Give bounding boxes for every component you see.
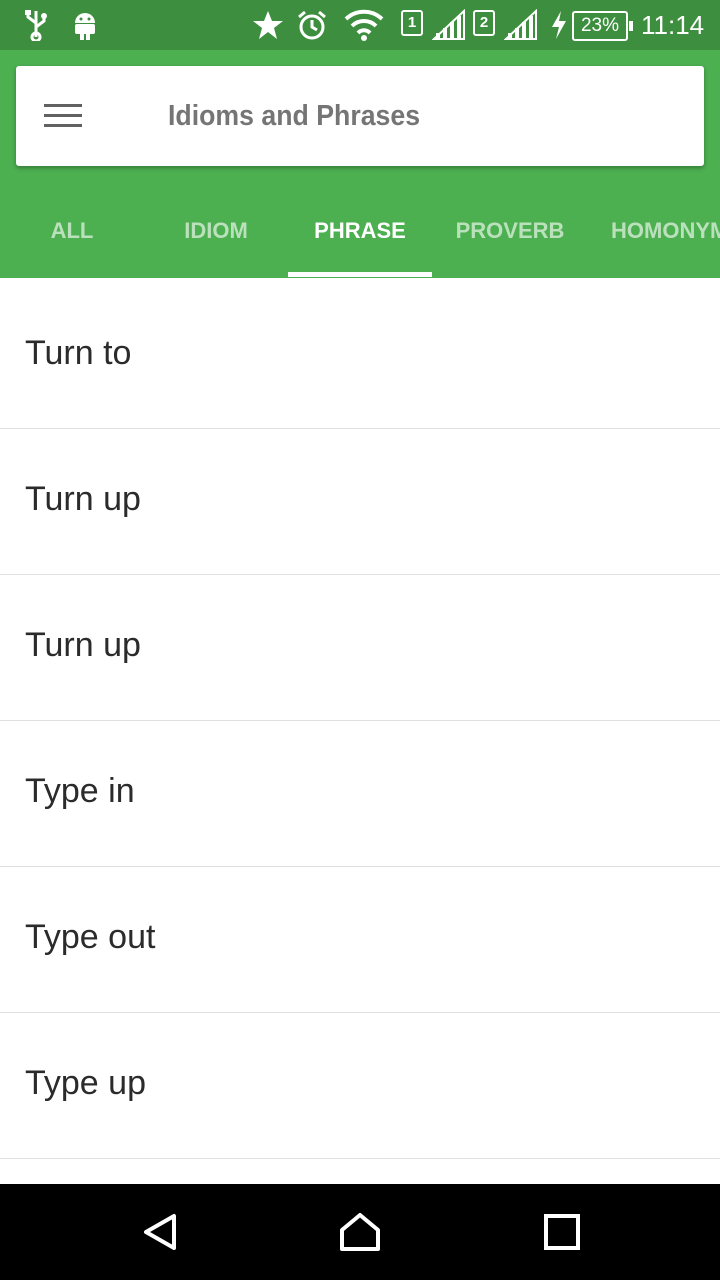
- status-bar: 1 2 23% 11:14: [0, 0, 720, 50]
- wifi-icon: [344, 8, 384, 42]
- clock: 11:14: [641, 10, 705, 40]
- tab-idiom[interactable]: IDIOM: [144, 184, 288, 278]
- app-title: Idioms and Phrases: [168, 100, 421, 132]
- list-item[interactable]: Type up: [0, 1013, 720, 1159]
- list-item-label: Type in: [25, 772, 135, 810]
- sim1-badge: 1: [401, 10, 423, 36]
- signal-icon: [432, 8, 466, 42]
- usb-icon: [24, 8, 48, 42]
- tab-phrase[interactable]: PHRASE: [288, 184, 432, 278]
- tab-bar: ALL IDIOM PHRASE PROVERB HOMONYMS: [0, 184, 720, 278]
- list-item[interactable]: Turn up: [0, 429, 720, 575]
- android-icon: [72, 8, 98, 42]
- list-item-label: Turn to: [25, 334, 132, 372]
- tab-all[interactable]: ALL: [0, 184, 144, 278]
- star-icon: [252, 8, 284, 42]
- search-card[interactable]: Idioms and Phrases: [16, 66, 704, 166]
- tab-indicator: [288, 272, 432, 277]
- alarm-icon: [296, 8, 328, 42]
- phrase-list: Turn to Turn up Turn up Type in Type out…: [0, 283, 720, 1159]
- back-icon[interactable]: [140, 1212, 180, 1252]
- list-item-label: Type out: [25, 918, 156, 956]
- battery-icon: 23%: [572, 11, 633, 41]
- recents-icon[interactable]: [542, 1212, 582, 1252]
- list-item-label: Turn up: [25, 480, 141, 518]
- list-item[interactable]: Type in: [0, 721, 720, 867]
- list-item-label: Type up: [25, 1064, 146, 1102]
- list-item-label: Turn up: [25, 626, 141, 664]
- sim2-badge: 2: [473, 10, 495, 36]
- list-item[interactable]: Type out: [0, 867, 720, 1013]
- list-item[interactable]: Turn up: [0, 575, 720, 721]
- tab-homonyms[interactable]: HOMONYMS: [611, 184, 720, 278]
- list-item[interactable]: Turn to: [0, 283, 720, 429]
- navigation-bar: [0, 1184, 720, 1280]
- tab-proverb[interactable]: PROVERB: [436, 184, 584, 278]
- signal-icon-2: [504, 8, 538, 42]
- home-icon[interactable]: [340, 1212, 380, 1252]
- charging-icon: [550, 8, 568, 42]
- hamburger-menu-icon[interactable]: [44, 104, 82, 128]
